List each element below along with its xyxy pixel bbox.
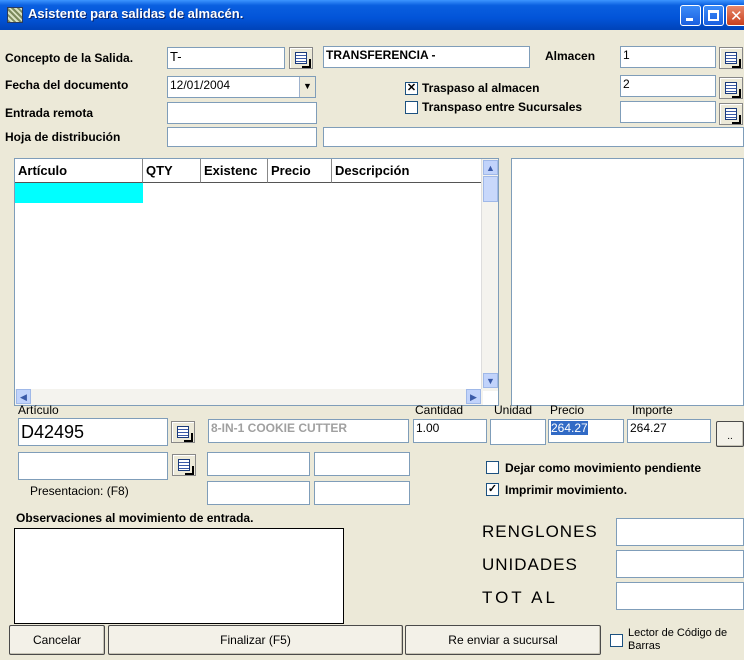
articulo-label: Artículo	[18, 403, 59, 417]
cantidad-label: Cantidad	[415, 403, 464, 417]
hoja-label: Hoja de distribución	[5, 130, 121, 144]
pendiente-checkbox[interactable]	[486, 461, 499, 474]
almacen-destino-lookup-button[interactable]	[719, 77, 743, 99]
minimize-icon	[686, 18, 693, 21]
lector-label: Lector de Código de Barras	[628, 627, 728, 652]
observaciones-textarea[interactable]	[14, 528, 344, 624]
minimize-button[interactable]	[680, 5, 701, 26]
imprimir-label: Imprimir movimiento.	[505, 483, 628, 497]
traspaso-sucursales-label: Transpaso entre Sucursales	[422, 100, 583, 114]
traspaso-sucursales-checkbox[interactable]	[405, 101, 418, 114]
grid-vertical-scrollbar[interactable]: ▲ ▼	[481, 159, 498, 391]
unidades-value	[616, 550, 744, 578]
pendiente-label: Dejar como movimiento pendiente	[505, 461, 702, 475]
scroll-down-icon[interactable]: ▼	[483, 373, 498, 388]
scroll-right-icon[interactable]: ▶	[466, 389, 481, 404]
total-label: TOT AL	[482, 588, 558, 607]
lookup-icon	[178, 459, 190, 471]
extra-field-3[interactable]	[207, 481, 310, 505]
articulo-lookup-button[interactable]	[171, 421, 195, 443]
fecha-value: 12/01/2004	[170, 78, 231, 92]
entrada-remota-input[interactable]	[167, 102, 317, 124]
unidad-input[interactable]	[490, 419, 546, 445]
more-button[interactable]: ..	[716, 421, 744, 447]
articulo-description: 8-IN-1 COOKIE CUTTER	[208, 419, 409, 443]
observaciones-label: Observaciones al movimiento de entrada.	[16, 511, 254, 525]
lector-checkbox[interactable]	[610, 634, 623, 647]
almacen-destino-input[interactable]: 2	[620, 75, 716, 97]
close-icon: ✕	[730, 7, 743, 25]
concepto-label: Concepto de la Salida.	[5, 51, 134, 65]
almacen-label: Almacen	[545, 49, 596, 63]
title-bar: Asistente para salidas de almacén. ✕	[0, 0, 744, 30]
app-icon	[7, 7, 23, 23]
column-header-articulo[interactable]: Artículo	[15, 159, 143, 183]
cantidad-input[interactable]: 1.00	[413, 419, 487, 443]
lookup-icon	[725, 82, 737, 94]
detail-panel	[511, 158, 744, 406]
articles-grid[interactable]: Artículo QTY Existenc Precio Descripción…	[14, 158, 499, 406]
almacen-lookup-button[interactable]	[719, 47, 743, 69]
scroll-left-icon[interactable]: ◀	[16, 389, 31, 404]
concepto-lookup-button[interactable]	[289, 47, 313, 69]
presentacion-label: Presentacion: (F8)	[30, 484, 129, 498]
hoja-input[interactable]	[167, 127, 317, 147]
traspaso-almacen-label: Traspaso al almacen	[422, 81, 540, 95]
scroll-up-icon[interactable]: ▲	[483, 160, 498, 175]
finalizar-button[interactable]: Finalizar (F5)	[108, 625, 403, 655]
unidades-label: UNIDADES	[482, 555, 578, 574]
lookup-icon	[177, 426, 189, 438]
close-button[interactable]: ✕	[726, 5, 744, 26]
sucursal-lookup-button[interactable]	[719, 103, 743, 125]
articulo-input[interactable]: D42495	[18, 418, 168, 446]
lookup-icon	[725, 108, 737, 120]
chevron-down-icon[interactable]: ▼	[299, 77, 315, 97]
lookup-icon	[295, 52, 307, 64]
grid-horizontal-scrollbar[interactable]: ◀ ▶	[15, 389, 483, 405]
precio-value: 264.27	[551, 421, 588, 435]
maximize-button[interactable]	[703, 5, 724, 26]
fecha-label: Fecha del documento	[5, 78, 129, 92]
extra-field-1[interactable]	[207, 452, 310, 476]
fecha-combo[interactable]: 12/01/2004 ▼	[167, 76, 316, 98]
reenviar-button[interactable]: Re enviar a sucursal	[405, 625, 601, 655]
almacen-input[interactable]: 1	[620, 46, 716, 68]
hoja-description	[323, 127, 744, 147]
cancelar-button[interactable]: Cancelar	[9, 625, 105, 655]
presentacion-input[interactable]	[18, 452, 168, 480]
presentacion-lookup-button[interactable]	[172, 454, 196, 476]
renglones-value	[616, 518, 744, 546]
column-header-descripcion[interactable]: Descripción	[332, 159, 482, 183]
scroll-thumb[interactable]	[483, 176, 498, 202]
sucursal-input[interactable]	[620, 101, 716, 123]
renglones-label: RENGLONES	[482, 522, 598, 541]
traspaso-almacen-checkbox[interactable]: ✕	[405, 82, 418, 95]
window-title: Asistente para salidas de almacén.	[28, 6, 244, 21]
entrada-remota-label: Entrada remota	[5, 106, 94, 120]
maximize-icon	[708, 10, 719, 21]
concepto-input[interactable]: T-	[167, 47, 285, 69]
extra-field-2[interactable]	[314, 452, 410, 476]
importe-label: Importe	[632, 403, 673, 417]
precio-label: Precio	[550, 403, 585, 417]
importe-input: 264.27	[627, 419, 711, 443]
total-value	[616, 582, 744, 610]
extra-field-4[interactable]	[314, 481, 410, 505]
concepto-description: TRANSFERENCIA -	[323, 46, 530, 68]
precio-input[interactable]: 264.27	[548, 419, 624, 443]
column-header-qty[interactable]: QTY	[143, 159, 201, 183]
unidad-label: Unidad	[494, 403, 533, 417]
selected-cell[interactable]	[15, 183, 143, 203]
column-header-precio[interactable]: Precio	[268, 159, 332, 183]
column-header-existencia[interactable]: Existenc	[201, 159, 268, 183]
lookup-icon	[725, 52, 737, 64]
imprimir-checkbox[interactable]: ✓	[486, 483, 499, 496]
